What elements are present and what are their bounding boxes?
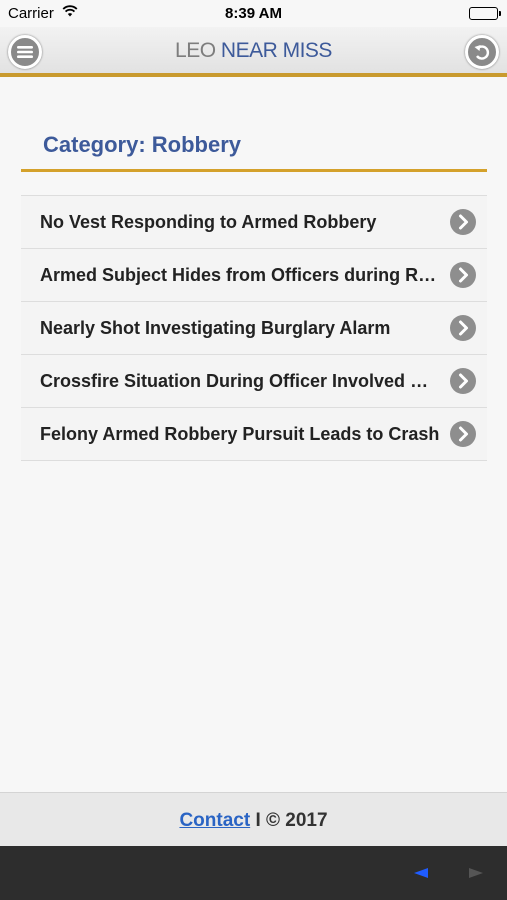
- list-item-title: Armed Subject Hides from Officers during…: [40, 265, 440, 285]
- list-item[interactable]: Crossfire Situation During Officer Invol…: [21, 355, 487, 408]
- footer: Contact I © 2017: [0, 792, 507, 846]
- list-item[interactable]: No Vest Responding to Armed Robbery: [21, 196, 487, 249]
- app-header: LEO NEAR MISS: [0, 27, 507, 77]
- app-title: LEO NEAR MISS: [175, 39, 332, 62]
- triangle-right-icon: [469, 868, 483, 878]
- list-item-title: Felony Armed Robbery Pursuit Leads to Cr…: [40, 424, 440, 444]
- triangle-left-icon: [414, 868, 428, 878]
- chevron-right-icon: [450, 262, 476, 288]
- chevron-right-icon: [450, 315, 476, 341]
- list-item[interactable]: Armed Subject Hides from Officers during…: [21, 249, 487, 302]
- list-item-title: Crossfire Situation During Officer Invol…: [40, 371, 440, 391]
- status-time: 8:39 AM: [225, 5, 282, 22]
- chevron-right-icon: [450, 368, 476, 394]
- forward-nav-button[interactable]: [465, 866, 485, 880]
- list-item[interactable]: Felony Armed Robbery Pursuit Leads to Cr…: [21, 408, 487, 461]
- undo-icon: [474, 45, 490, 60]
- chevron-right-icon: [450, 421, 476, 447]
- contact-link[interactable]: Contact: [179, 810, 250, 831]
- list-item-title: Nearly Shot Investigating Burglary Alarm: [40, 318, 391, 338]
- battery-icon: [469, 7, 501, 20]
- chevron-right-icon: [450, 209, 476, 235]
- browser-nav-bar: [0, 846, 507, 900]
- list-item[interactable]: Nearly Shot Investigating Burglary Alarm: [21, 302, 487, 355]
- category-heading: Category: Robbery: [21, 118, 487, 172]
- category-label: Category: Robbery: [43, 132, 242, 157]
- status-bar: Carrier 8:39 AM: [0, 0, 507, 27]
- list-item-title: No Vest Responding to Armed Robbery: [40, 212, 377, 232]
- footer-line: Contact I © 2017: [0, 810, 507, 832]
- copyright-text: I © 2017: [250, 810, 328, 831]
- back-button[interactable]: [465, 35, 499, 69]
- back-nav-button[interactable]: [412, 866, 432, 880]
- incident-list: No Vest Responding to Armed Robbery Arme…: [21, 195, 487, 461]
